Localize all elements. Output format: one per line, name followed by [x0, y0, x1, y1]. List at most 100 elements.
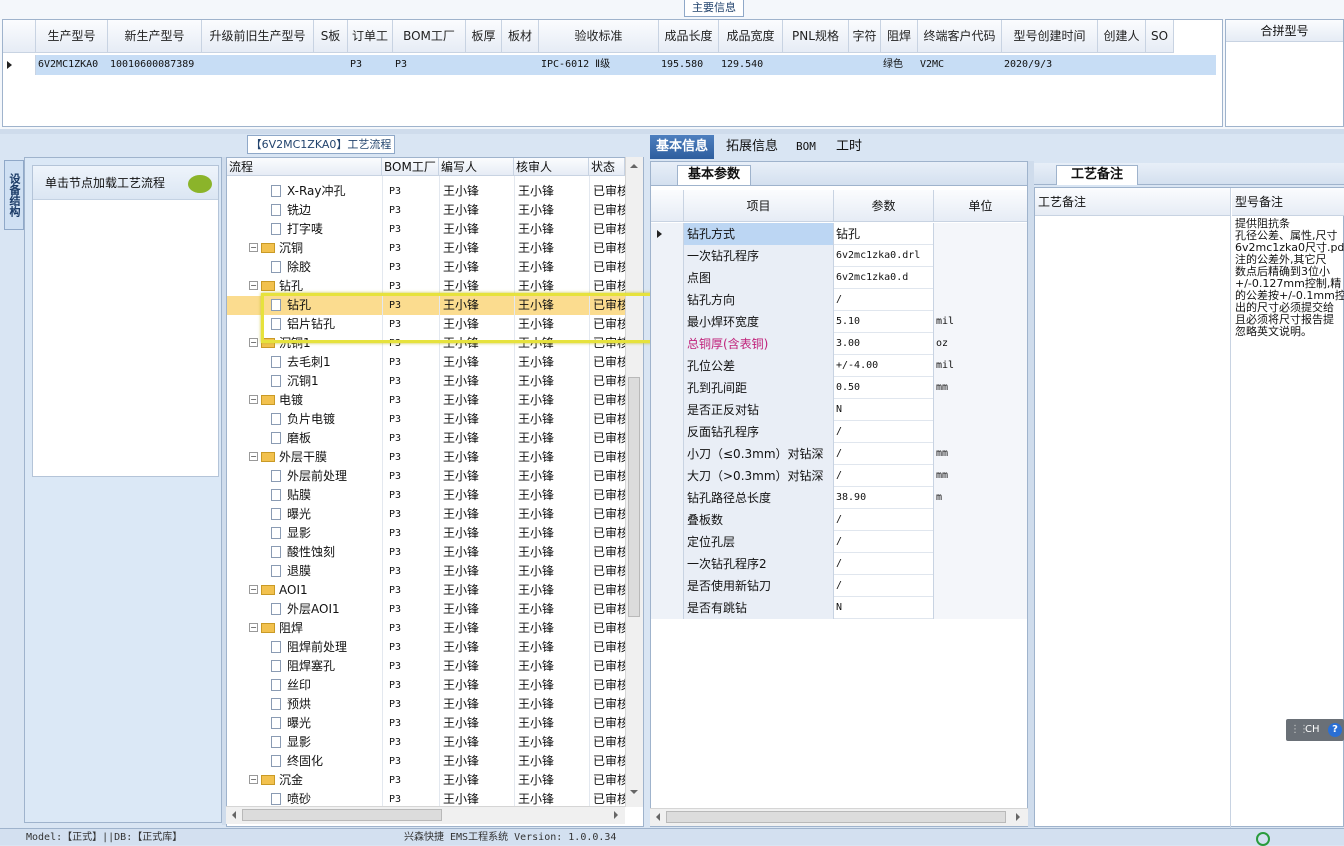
flow-row[interactable]: 除胶 P3 王小锋 王小锋 已审核 — [227, 258, 625, 277]
main-grid-header[interactable]: 成品宽度 — [719, 20, 783, 53]
scroll-right-icon[interactable] — [1016, 813, 1024, 821]
param-row[interactable]: 定位孔层 / — [651, 531, 1027, 553]
flow-node[interactable]: − 外层干膜 — [249, 448, 382, 467]
param-value[interactable]: / — [834, 531, 934, 553]
flow-row[interactable]: X-Ray冲孔 P3 王小锋 王小锋 已审核 — [227, 182, 625, 201]
flow-row[interactable]: 预烘 P3 王小锋 王小锋 已审核 — [227, 695, 625, 714]
flow-row[interactable]: 负片电镀 P3 王小锋 王小锋 已审核 — [227, 410, 625, 429]
horizontal-splitter[interactable] — [0, 129, 1344, 134]
flow-node[interactable]: 显影 — [271, 524, 382, 543]
param-value[interactable]: / — [834, 575, 934, 597]
main-grid-header[interactable]: 升级前旧生产型号 — [202, 20, 314, 53]
collapse-icon[interactable]: − — [249, 452, 258, 461]
param-row[interactable]: 是否正反对钻 N — [651, 399, 1027, 421]
flow-row[interactable]: 阻焊塞孔 P3 王小锋 王小锋 已审核 — [227, 657, 625, 676]
flow-row[interactable]: 终固化 P3 王小锋 王小锋 已审核 — [227, 752, 625, 771]
param-row[interactable]: 钻孔方向 / — [651, 289, 1027, 311]
flow-node[interactable]: 去毛刺1 — [271, 353, 382, 372]
collapse-icon[interactable]: − — [249, 623, 258, 632]
flow-row[interactable]: − 外层干膜 P3 王小锋 王小锋 已审核 — [227, 448, 625, 467]
collapse-icon[interactable]: − — [249, 281, 258, 290]
tab-process-remarks[interactable]: 工艺备注 — [1056, 165, 1139, 185]
flow-row[interactable]: 退膜 P3 王小锋 王小锋 已审核 — [227, 562, 625, 581]
tab-extended-info[interactable]: 拓展信息 — [720, 135, 784, 159]
flow-header-4[interactable]: 状态 — [589, 158, 625, 176]
flow-row[interactable]: 曝光 P3 王小锋 王小锋 已审核 — [227, 505, 625, 524]
param-row[interactable]: 是否有跳钻 N — [651, 597, 1027, 619]
flow-node[interactable]: 曝光 — [271, 714, 382, 733]
scroll-left-icon[interactable] — [228, 811, 236, 819]
param-value[interactable]: +/-4.00 — [834, 355, 934, 377]
flow-row[interactable]: 酸性蚀刻 P3 王小锋 王小锋 已审核 — [227, 543, 625, 562]
flow-row[interactable]: 显影 P3 王小锋 王小锋 已审核 — [227, 733, 625, 752]
flow-node[interactable]: 预烘 — [271, 695, 382, 714]
param-row[interactable]: 一次钻孔程序2/ — [651, 553, 1027, 575]
flow-row[interactable]: 打字唛 P3 王小锋 王小锋 已审核 — [227, 220, 625, 239]
main-grid-header[interactable]: S板 — [314, 20, 348, 53]
tab-basic-params[interactable]: 基本参数 — [677, 165, 752, 185]
scroll-left-icon[interactable] — [652, 813, 660, 821]
flow-node[interactable]: 负片电镀 — [271, 410, 382, 429]
flow-row[interactable]: 曝光 P3 王小锋 王小锋 已审核 — [227, 714, 625, 733]
flow-node[interactable]: 阻焊前处理 — [271, 638, 382, 657]
main-grid-header[interactable]: BOM工厂 — [393, 20, 466, 53]
flow-row[interactable]: 外层AOI1 P3 王小锋 王小锋 已审核 — [227, 600, 625, 619]
flow-node[interactable]: X-Ray冲孔 — [271, 182, 382, 201]
param-value[interactable]: / — [834, 509, 934, 531]
flow-node[interactable]: − 沉铜 — [249, 239, 382, 258]
scroll-up-icon[interactable] — [630, 160, 638, 168]
param-value[interactable]: N — [834, 399, 934, 421]
scroll-right-icon[interactable] — [614, 811, 622, 819]
main-grid-header[interactable]: 新生产型号 — [108, 20, 202, 53]
flow-header-3[interactable]: 核审人 — [514, 158, 589, 176]
param-value[interactable]: 5.10 — [834, 311, 934, 333]
flow-row[interactable]: 贴膜 P3 王小锋 王小锋 已审核 — [227, 486, 625, 505]
ime-language[interactable]: CH — [1305, 719, 1320, 741]
main-grid-header[interactable]: 终端客户代码 — [918, 20, 1002, 53]
flow-node[interactable]: − 沉金 — [249, 771, 382, 790]
collapse-icon[interactable]: − — [249, 395, 258, 404]
param-row[interactable]: 反面钻孔程序 / — [651, 421, 1027, 443]
param-row[interactable]: 小刀（≤0.3mm）对钻深度/mm — [651, 443, 1027, 483]
param-row[interactable]: 最小焊环宽度 5.10 mil — [651, 311, 1027, 333]
param-value[interactable]: / — [834, 289, 934, 311]
param-row[interactable]: 孔到孔间距 0.50 mm — [651, 377, 1027, 399]
param-value[interactable]: / — [834, 421, 934, 443]
ime-toolbar[interactable]: ⋮⋮ CH ? — [1286, 719, 1344, 741]
param-row[interactable]: 大刀（>0.3mm）对钻深度/mm — [651, 465, 1027, 505]
tab-bom[interactable]: BOM — [790, 135, 822, 159]
param-row[interactable]: 总铜厚(含表铜) 3.00 oz — [651, 333, 1027, 355]
flow-node[interactable]: 曝光 — [271, 505, 382, 524]
flow-row[interactable]: 显影 P3 王小锋 王小锋 已审核 — [227, 524, 625, 543]
flow-node[interactable]: 酸性蚀刻 — [271, 543, 382, 562]
main-grid-header[interactable]: 成品长度 — [659, 20, 719, 53]
tab-equipment-structure[interactable]: 设备结构 — [4, 160, 24, 230]
flow-row[interactable]: − 电镀 P3 王小锋 王小锋 已审核 — [227, 391, 625, 410]
flow-row[interactable]: − 沉铜 P3 王小锋 王小锋 已审核 — [227, 239, 625, 258]
h-scroll-thumb[interactable] — [666, 811, 1006, 823]
main-grid-header[interactable]: 创建人 — [1098, 20, 1146, 53]
param-row[interactable]: 钻孔方式 钻孔 — [651, 223, 1027, 245]
param-row[interactable]: 点图 6v2mc1zka0.d — [651, 267, 1027, 289]
flow-horizontal-scrollbar[interactable] — [226, 806, 625, 824]
collapse-icon[interactable]: − — [249, 338, 258, 347]
param-value[interactable]: 钻孔 — [834, 223, 934, 245]
main-grid-header[interactable]: PNL规格 — [783, 20, 849, 53]
param-row[interactable]: 孔位公差 +/-4.00 mil — [651, 355, 1027, 377]
flow-node[interactable]: 外层前处理 — [271, 467, 382, 486]
help-icon[interactable]: ? — [1328, 723, 1342, 737]
flow-node[interactable]: 打字唛 — [271, 220, 382, 239]
param-row[interactable]: 叠板数 / — [651, 509, 1027, 531]
param-row[interactable]: 钻孔路径总长度 38.90 m — [651, 487, 1027, 509]
flow-header-0[interactable]: 流程 — [227, 158, 382, 176]
param-value[interactable]: N — [834, 597, 934, 619]
main-grid-header[interactable]: SO — [1146, 20, 1174, 53]
flow-node[interactable]: − AOI1 — [249, 581, 382, 600]
flow-row[interactable]: 阻焊前处理 P3 王小锋 王小锋 已审核 — [227, 638, 625, 657]
param-value[interactable]: 3.00 — [834, 333, 934, 355]
flow-header-1[interactable]: BOM工厂 — [382, 158, 439, 176]
flow-row[interactable]: 丝印 P3 王小锋 王小锋 已审核 — [227, 676, 625, 695]
flow-row[interactable]: 去毛刺1 P3 王小锋 王小锋 已审核 — [227, 353, 625, 372]
main-grid-header[interactable]: 订单工厂 — [348, 20, 393, 76]
main-grid-header[interactable]: 型号创建时间 — [1002, 20, 1098, 53]
